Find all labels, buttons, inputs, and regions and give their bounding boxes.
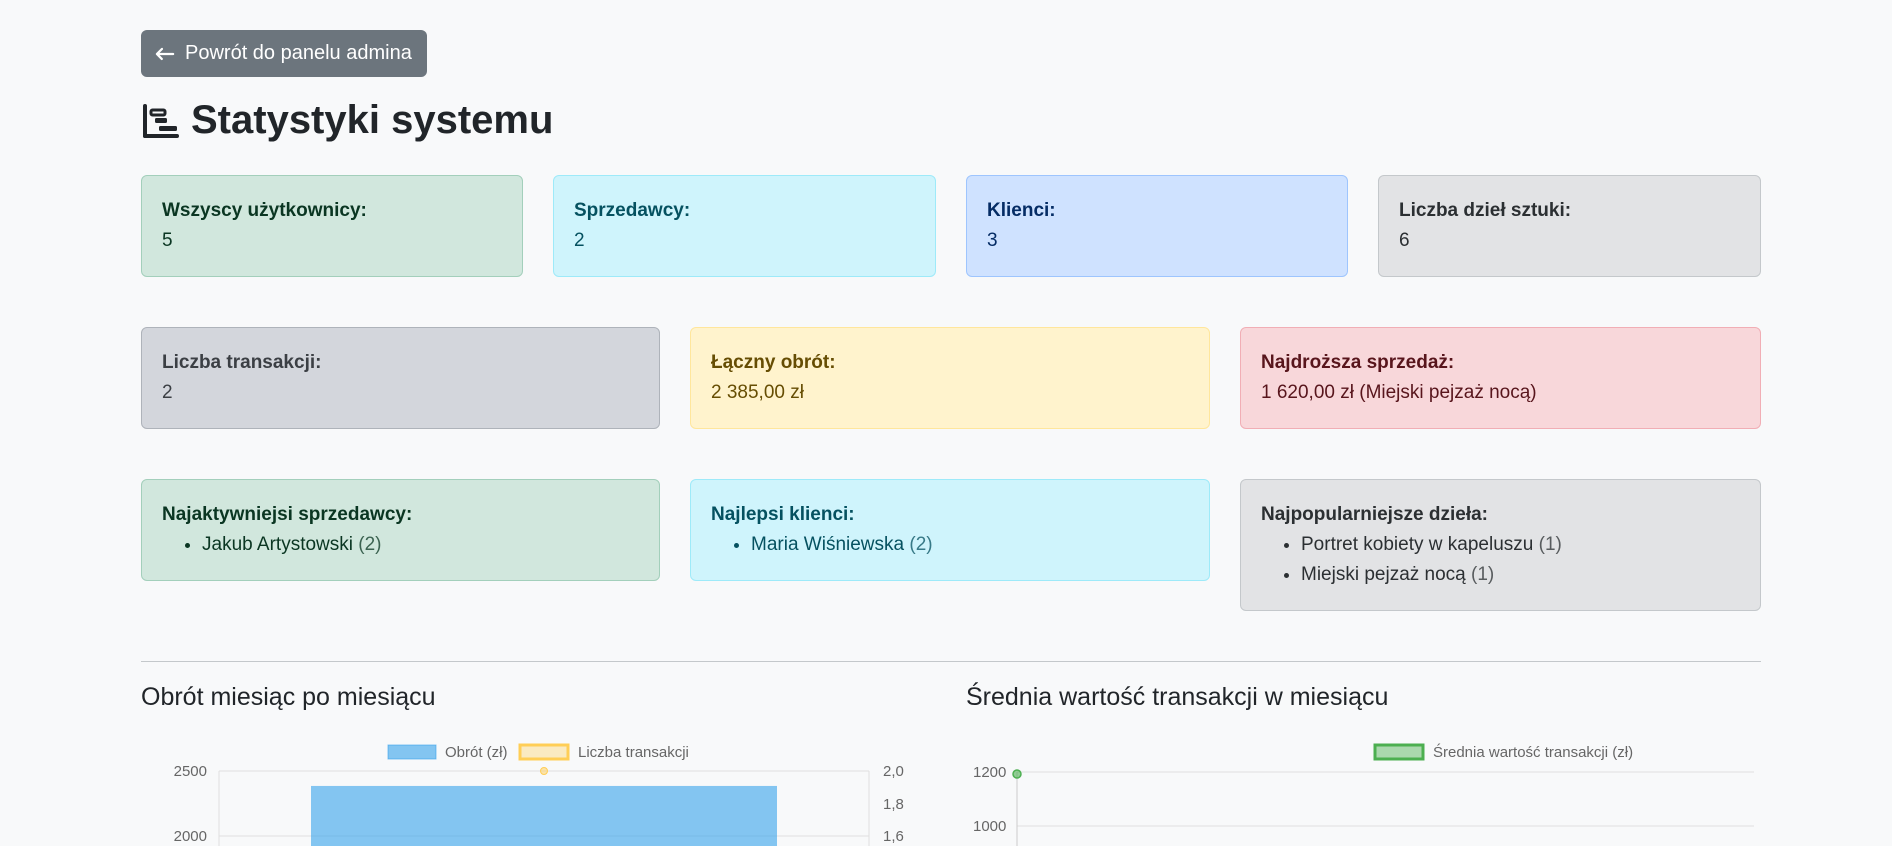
list-item: Maria Wiśniewska (2) <box>751 534 1189 556</box>
stat-card-all-users: Wszyscy użytkownicy: 5 <box>141 175 523 277</box>
stat-label: Najlepsi klienci: <box>711 504 855 525</box>
artwork-name: Miejski pejzaż nocą <box>1301 564 1466 585</box>
y-left-tick: 2500 <box>174 763 207 780</box>
stat-label: Klienci: <box>987 200 1056 221</box>
turnover-chart-title: Obrót miesiąc po miesiącu <box>141 683 436 711</box>
page-title: Statystyki systemu <box>141 98 553 143</box>
top-sellers-list: Jakub Artystowski (2) <box>202 534 639 556</box>
client-count: (2) <box>909 534 933 555</box>
y-right-tick: 1,6 <box>883 828 904 845</box>
bar-turnover <box>311 785 777 846</box>
artwork-count: (1) <box>1538 534 1562 555</box>
stat-card-sellers: Sprzedawcy: 2 <box>553 175 936 277</box>
stat-label: Łączny obrót: <box>711 352 836 373</box>
artwork-name: Portret kobiety w kapeluszu <box>1301 534 1534 555</box>
stat-label: Najpopularniejsze dzieła: <box>1261 504 1488 525</box>
stat-value: 1 620,00 zł (Miejski pejzaż nocą) <box>1261 382 1537 403</box>
avg-transaction-chart: Średnia wartość transakcji (zł) 1200 100… <box>973 743 1754 846</box>
stat-value: 6 <box>1399 230 1410 251</box>
stat-label: Liczba dzieł sztuki: <box>1399 200 1572 221</box>
avg-transaction-chart-title: Średnia wartość transakcji w miesiącu <box>966 683 1389 711</box>
legend-swatch-avg <box>1373 743 1425 761</box>
legend-label-transactions: Liczba transakcji <box>578 744 689 761</box>
legend-label-turnover: Obrót (zł) <box>445 744 508 761</box>
stat-card-artworks: Liczba dzieł sztuki: 6 <box>1378 175 1761 277</box>
top-clients-list: Maria Wiśniewska (2) <box>751 534 1189 556</box>
legend-label-avg: Średnia wartość transakcji (zł) <box>1433 743 1633 761</box>
stat-label: Najdroższa sprzedaż: <box>1261 352 1455 373</box>
page-title-text: Statystyki systemu <box>191 98 554 142</box>
legend-swatch-transactions <box>518 743 570 761</box>
artwork-count: (1) <box>1471 564 1495 585</box>
stat-card-turnover: Łączny obrót: 2 385,00 zł <box>690 327 1210 429</box>
stat-value: 2 <box>574 230 585 251</box>
point-transactions <box>540 767 548 775</box>
back-button-label: Powrót do panelu admina <box>185 42 412 64</box>
stat-card-transactions: Liczba transakcji: 2 <box>141 327 660 429</box>
seller-name: Jakub Artystowski <box>202 534 353 555</box>
stat-card-top-sellers: Najaktywniejsi sprzedawcy: Jakub Artysto… <box>141 479 660 581</box>
stat-value: 3 <box>987 230 998 251</box>
bar-chart-steps-icon <box>143 103 179 138</box>
y-tick: 1200 <box>973 764 1006 781</box>
section-divider <box>141 661 1761 662</box>
stat-label: Liczba transakcji: <box>162 352 322 373</box>
stat-card-clients: Klienci: 3 <box>966 175 1348 277</box>
list-item: Portret kobiety w kapeluszu (1) <box>1301 534 1740 556</box>
list-item: Miejski pejzaż nocą (1) <box>1301 564 1740 586</box>
stat-label: Najaktywniejsi sprzedawcy: <box>162 504 413 525</box>
legend-swatch-turnover <box>387 744 437 760</box>
stat-label: Sprzedawcy: <box>574 200 691 221</box>
stat-value: 2 <box>162 382 173 403</box>
stat-value: 2 385,00 zł <box>711 382 804 403</box>
client-name: Maria Wiśniewska <box>751 534 905 555</box>
seller-count: (2) <box>358 534 382 555</box>
y-left-tick: 2000 <box>174 828 207 845</box>
stat-card-top-sale: Najdroższa sprzedaż: 1 620,00 zł (Miejsk… <box>1240 327 1761 429</box>
stat-card-top-clients: Najlepsi klienci: Maria Wiśniewska (2) <box>690 479 1210 581</box>
y-right-tick: 2,0 <box>883 763 904 780</box>
turnover-chart: Obrót (zł) Liczba transakcji 2500 2000 2… <box>174 743 904 846</box>
stat-value: 5 <box>162 230 173 251</box>
point-avg-transaction <box>1012 769 1022 779</box>
y-tick: 1000 <box>973 818 1006 835</box>
popular-artworks-list: Portret kobiety w kapeluszu (1) Miejski … <box>1301 534 1740 586</box>
back-to-admin-button[interactable]: Powrót do panelu admina <box>141 30 427 77</box>
stat-card-popular-artworks: Najpopularniejsze dzieła: Portret kobiet… <box>1240 479 1761 611</box>
stat-label: Wszyscy użytkownicy: <box>162 200 367 221</box>
arrow-left-icon <box>155 47 175 60</box>
y-right-tick: 1,8 <box>883 796 904 813</box>
list-item: Jakub Artystowski (2) <box>202 534 639 556</box>
